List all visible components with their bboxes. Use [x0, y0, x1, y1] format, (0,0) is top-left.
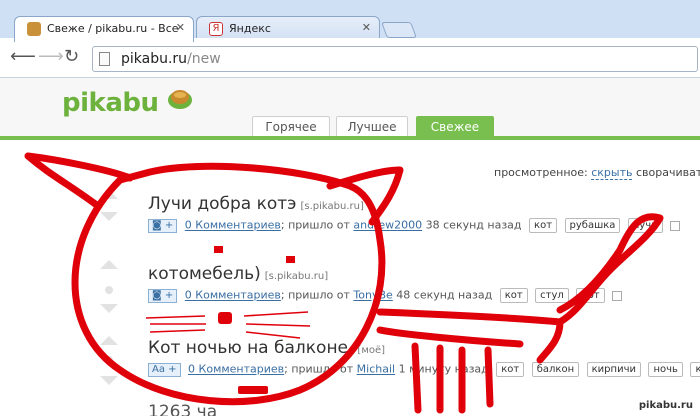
- post-domain: [моё]: [357, 345, 386, 356]
- page-icon: [99, 52, 110, 66]
- post-title[interactable]: Лучи добра котэ: [148, 194, 297, 214]
- post-time: 48 секунд назад: [396, 288, 493, 302]
- author-link[interactable]: Michail: [357, 363, 395, 376]
- author-link[interactable]: andrew2000: [353, 219, 422, 232]
- tag[interactable]: кот: [529, 218, 558, 233]
- vote-up-icon[interactable]: [100, 190, 118, 199]
- vote-up-icon[interactable]: [100, 336, 118, 345]
- tag[interactable]: лучи: [627, 218, 663, 233]
- comments-link[interactable]: 0 Комментариев: [188, 363, 284, 376]
- tag[interactable]: кот: [690, 362, 700, 377]
- tag[interactable]: рубашка: [564, 218, 621, 233]
- add-photo-badge[interactable]: ◙ +: [148, 288, 178, 303]
- tag[interactable]: балкон: [531, 362, 580, 377]
- tag[interactable]: ночь: [648, 362, 683, 377]
- viewed-filter: просмотренное: скрыть сворачивать: [494, 166, 700, 180]
- pikabu-bun-icon: [168, 90, 192, 109]
- watermark: pikabu.ru: [635, 399, 696, 412]
- vote-down-icon[interactable]: [100, 376, 118, 385]
- rating-dot: [105, 356, 113, 364]
- post-item: Кот ночью на балконе. [моё] Aa + 0 Коммен…: [148, 338, 700, 378]
- reload-icon[interactable]: ↻: [64, 48, 79, 66]
- collapse-viewed-link[interactable]: сворачивать: [636, 166, 700, 179]
- tab-hot[interactable]: Горячее: [252, 116, 330, 138]
- tag[interactable]: кот: [496, 362, 525, 377]
- text-post-badge[interactable]: Aa +: [148, 362, 181, 377]
- vote-down-icon[interactable]: [100, 304, 118, 313]
- comments-link[interactable]: 0 Комментариев: [185, 289, 281, 302]
- yandex-favicon-icon: Я: [209, 22, 223, 36]
- post-title[interactable]: Кот ночью на балконе.: [148, 338, 353, 358]
- hide-viewed-link[interactable]: скрыть: [591, 166, 633, 180]
- post-domain: [s.pikabu.ru]: [300, 201, 364, 212]
- tab-fresh[interactable]: Свежее: [416, 116, 494, 138]
- tab-title: Яндекс: [229, 22, 271, 35]
- tag[interactable]: кирпичи: [586, 362, 641, 377]
- tab-best[interactable]: Лучшее: [336, 116, 408, 138]
- vote-down-icon[interactable]: [100, 212, 118, 221]
- pikabu-favicon-icon: [27, 22, 41, 36]
- post-domain: [s.pikabu.ru]: [264, 271, 329, 282]
- save-icon[interactable]: [612, 290, 623, 301]
- address-bar[interactable]: pikabu.ru/new: [92, 46, 698, 72]
- forward-arrow-icon[interactable]: ⟶: [38, 48, 64, 66]
- close-icon[interactable]: ✕: [176, 21, 185, 34]
- new-tab-button[interactable]: [381, 22, 417, 38]
- tag[interactable]: кот: [499, 288, 528, 303]
- add-photo-badge[interactable]: ◙ +: [148, 218, 178, 233]
- post-time: 1 минуту назад: [398, 362, 489, 376]
- author-link[interactable]: TonyBe: [353, 289, 392, 302]
- post-item: котомебель) [s.pikabu.ru] ◙ + 0 Комментар…: [148, 264, 623, 304]
- header-divider: [0, 136, 700, 140]
- post-title[interactable]: 1263 ча: [148, 402, 217, 416]
- tag[interactable]: арт: [576, 288, 605, 303]
- browser-toolbar: ⟵ ⟶ ↻ pikabu.ru/new: [0, 38, 700, 78]
- close-icon[interactable]: ✕: [362, 21, 371, 34]
- site-logo[interactable]: pikabu: [62, 88, 159, 118]
- vote-up-icon[interactable]: [100, 260, 118, 269]
- comments-link[interactable]: 0 Комментариев: [185, 219, 281, 232]
- post-title[interactable]: котомебель): [148, 264, 261, 284]
- tag[interactable]: стул: [535, 288, 569, 303]
- save-icon[interactable]: [670, 220, 681, 231]
- rating-column: [97, 176, 121, 416]
- browser-tab-pikabu[interactable]: Свеже / pikabu.ru - Все ✕: [14, 16, 194, 42]
- rating-dot: [105, 286, 113, 294]
- browser-tabstrip: Свеже / pikabu.ru - Все ✕ Я Яндекс ✕: [0, 0, 700, 42]
- back-arrow-icon[interactable]: ⟵: [10, 48, 36, 66]
- browser-tab-yandex[interactable]: Я Яндекс ✕: [196, 16, 380, 40]
- post-time: 38 секунд назад: [425, 218, 522, 232]
- post-item: 1263 ча: [148, 402, 217, 416]
- post-item: Лучи добра котэ [s.pikabu.ru] ◙ + 0 Комме…: [148, 194, 681, 234]
- url-text: pikabu.ru/new: [121, 51, 221, 67]
- site-header: pikabu Горячее Лучшее Свежее: [0, 78, 700, 140]
- tab-title: Свеже / pikabu.ru - Все: [47, 22, 179, 35]
